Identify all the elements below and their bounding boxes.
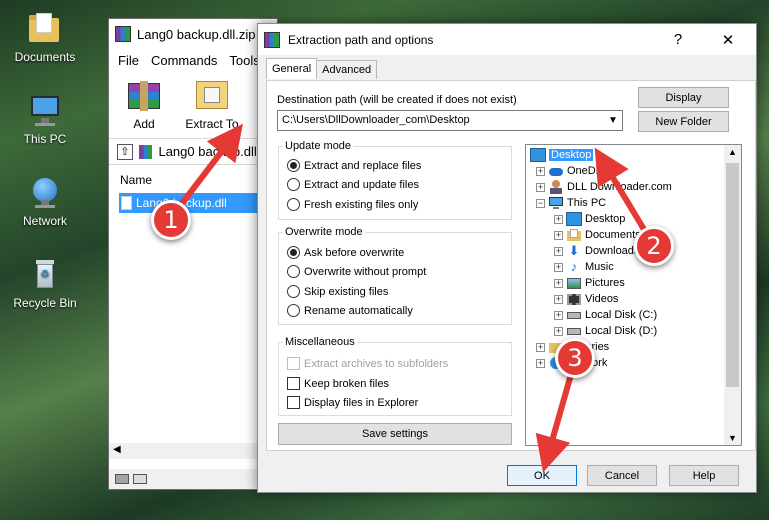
annotation-arrow-2 (594, 147, 651, 239)
annotation-arrow-1 (177, 123, 243, 209)
tab-general[interactable]: General (266, 58, 318, 79)
annotation-arrow-3 (535, 375, 573, 473)
annotation-badge-3: 3 (555, 338, 595, 378)
annotation-badge-1: 1 (151, 200, 191, 240)
annotation-badge-2: 2 (634, 226, 674, 266)
